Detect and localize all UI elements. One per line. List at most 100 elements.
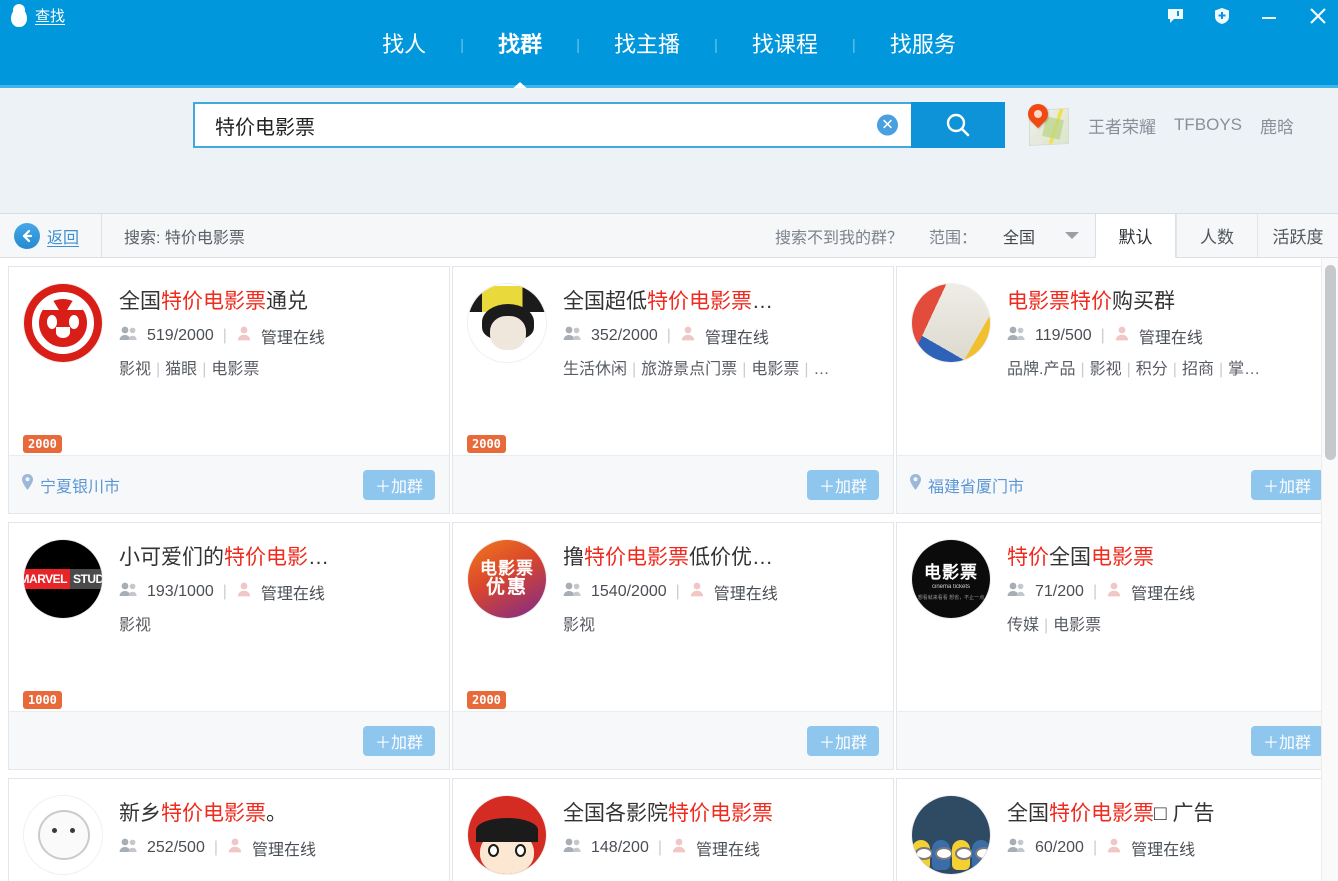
admin-status: 管理在线 [260, 586, 325, 603]
card-info: 全国各影院特价电影票 148/200 | 管理在线 [563, 795, 881, 881]
close-button[interactable] [1306, 5, 1330, 32]
group-avatar[interactable]: MARVELSTUDI [23, 539, 103, 619]
avatar-wrap [911, 283, 993, 455]
results-scrollbar[interactable] [1321, 258, 1338, 881]
location-pin-icon [909, 474, 922, 495]
admin-status: 管理在线 [252, 842, 317, 859]
group-result-card[interactable]: MARVELSTUDI 1000 小可爱们的特价电影… 193/1000 | 管理在线影视… [8, 522, 450, 770]
group-avatar[interactable] [467, 795, 547, 875]
card-main: 电影票 优惠 2000 撸特价电影票低价优… 1540/2000 | 管理在线 影视 [453, 523, 893, 711]
shield-icon[interactable] [1212, 6, 1232, 31]
card-main: 新乡特价电影票。 252/500 | 管理在线 [9, 779, 449, 881]
member-count: 119/500 [1035, 327, 1092, 344]
scrollbar-thumb[interactable] [1325, 265, 1336, 460]
app-brand: 查找 [10, 4, 65, 27]
nav-tab-find-groups[interactable]: 找群 [464, 28, 576, 92]
group-result-card[interactable]: 新乡特价电影票。252/500|管理在线＋加群 [8, 778, 450, 881]
members-icon [563, 582, 582, 602]
nav-tab-find-people[interactable]: 找人 [348, 28, 460, 62]
nav-tab-find-courses[interactable]: 找课程 [718, 28, 852, 62]
avatar-wrap: 电影票 cinema tickets 想看就来看看 想省，不止一点 [911, 539, 993, 711]
group-name[interactable]: 全国特价电影票通兑 [119, 285, 437, 315]
card-main: 全国各影院特价电影票 148/200 | 管理在线 [453, 779, 893, 881]
group-location: 福建省厦门市 [909, 473, 1024, 497]
admin-status: 管理在线 [704, 330, 769, 347]
card-footer: 宁夏银川市 ＋加群 [9, 455, 449, 513]
group-avatar[interactable] [911, 795, 991, 875]
group-name[interactable]: 小可爱们的特价电影… [119, 541, 437, 571]
join-group-button[interactable]: ＋加群 [806, 469, 879, 500]
group-name[interactable]: 全国特价电影票□ 广告 [1007, 797, 1325, 827]
avatar-wrap: MARVELSTUDI 1000 [23, 539, 105, 711]
group-name[interactable]: 全国各影院特价电影票 [563, 797, 881, 827]
group-name[interactable]: 特价全国电影票 [1007, 541, 1325, 571]
join-group-button[interactable]: ＋加群 [1250, 725, 1323, 756]
group-tags: 影视 [563, 617, 596, 634]
group-meta: 519/2000 | 管理在线 [119, 324, 437, 348]
hot-word-1[interactable]: 王者荣耀 [1088, 113, 1156, 138]
maoyan-cat-logo-icon [24, 284, 102, 362]
group-meta: 1540/2000 | 管理在线 [563, 580, 881, 604]
sort-tab-activity[interactable]: 活跃度 [1257, 214, 1338, 257]
group-avatar[interactable] [23, 795, 103, 875]
sort-tab-default[interactable]: 默认 [1095, 214, 1176, 258]
map-pin-icon[interactable] [1023, 99, 1073, 148]
meme-face-avatar [468, 284, 546, 362]
group-result-card[interactable]: 全国特价电影票□ 广告60/200|管理在线＋加群 [896, 778, 1338, 881]
sort-tab-member-count[interactable]: 人数 [1176, 214, 1257, 257]
search-icon [946, 113, 970, 137]
group-result-card[interactable]: 全国各影院特价电影票148/200|管理在线＋加群 [452, 778, 894, 881]
group-result-card[interactable]: 2000 全国特价电影票通兑 519/2000 | 管理在线 影视 | 猫眼 | 电影票 宁夏银川市… [8, 266, 450, 514]
group-meta: 71/200 | 管理在线 [1007, 580, 1325, 604]
meta-separator: | [1092, 839, 1098, 856]
nav-tab-find-anchors[interactable]: 找主播 [580, 28, 714, 62]
group-result-card[interactable]: 电影票 cinema tickets 想看就来看看 想省，不止一点 特价全国电影票 71… [896, 522, 1338, 770]
search-input-wrap[interactable]: ✕ [193, 102, 911, 148]
join-group-button[interactable]: ＋加群 [1250, 469, 1323, 500]
results-grid: 2000 全国特价电影票通兑 519/2000 | 管理在线 影视 | 猫眼 | 电影票 宁夏银川市… [8, 266, 1338, 881]
hot-word-2[interactable]: TFBOYS [1174, 115, 1242, 135]
group-capacity-badge: 2000 [467, 435, 506, 453]
admin-status: 管理在线 [1138, 330, 1203, 347]
group-result-card[interactable]: 电影票 优惠 2000 撸特价电影票低价优… 1540/2000 | 管理在线 影视 ＋加群 [452, 522, 894, 770]
search-input[interactable] [215, 113, 911, 137]
nav-tab-find-services[interactable]: 找服务 [856, 28, 990, 62]
admin-icon [236, 326, 252, 346]
card-footer: ＋加群 [9, 711, 449, 769]
back-button[interactable]: 返回 [0, 214, 103, 257]
group-name[interactable]: 新乡特价电影票。 [119, 797, 437, 827]
group-avatar[interactable]: 电影票 cinema tickets 想看就来看看 想省，不止一点 [911, 539, 991, 619]
member-count: 519/2000 [147, 327, 214, 344]
group-result-card[interactable]: 2000 全国超低特价电影票… 352/2000 | 管理在线 生活休闲 | 旅游景点门票 | 电… [452, 266, 894, 514]
group-avatar[interactable] [23, 283, 103, 363]
minimize-button[interactable] [1258, 6, 1280, 31]
feedback-icon[interactable] [1166, 6, 1186, 31]
search-button[interactable] [911, 102, 1005, 148]
group-name[interactable]: 电影票特价购买群 [1007, 285, 1325, 315]
member-count: 193/1000 [147, 583, 214, 600]
group-result-card[interactable]: 电影票特价购买群 119/500 | 管理在线 品牌.产品 | 影视 | 积分 | 招商 | 掌… 福建省… [896, 266, 1338, 514]
member-count: 148/200 [591, 839, 649, 856]
group-avatar[interactable]: 电影票 优惠 [467, 539, 547, 619]
meta-separator: | [657, 839, 662, 856]
join-group-button[interactable]: ＋加群 [362, 725, 435, 756]
admin-icon [1106, 582, 1122, 602]
group-name[interactable]: 撸特价电影票低价优… [563, 541, 881, 571]
meta-separator: | [1092, 583, 1098, 600]
join-group-button[interactable]: ＋加群 [806, 725, 879, 756]
join-group-button[interactable]: ＋加群 [362, 469, 435, 500]
scope-select[interactable]: 全国 [977, 214, 1095, 257]
group-tags: 影视 | 猫眼 | 电影票 [119, 361, 260, 378]
member-count: 252/500 [147, 839, 205, 856]
group-name[interactable]: 全国超低特价电影票… [563, 285, 881, 315]
group-avatar[interactable] [911, 283, 991, 363]
hot-word-3[interactable]: 鹿晗 [1260, 113, 1294, 138]
cannot-find-group-link[interactable]: 搜索不到我的群？ [775, 214, 929, 257]
meta-separator: | [222, 583, 227, 600]
clear-search-icon[interactable]: ✕ [877, 114, 898, 136]
group-avatar[interactable] [467, 283, 547, 363]
group-meta: 119/500 | 管理在线 [1007, 324, 1325, 348]
admin-icon [236, 582, 252, 602]
back-label: 返回 [47, 229, 80, 247]
group-location-label: 宁夏银川市 [40, 478, 121, 496]
